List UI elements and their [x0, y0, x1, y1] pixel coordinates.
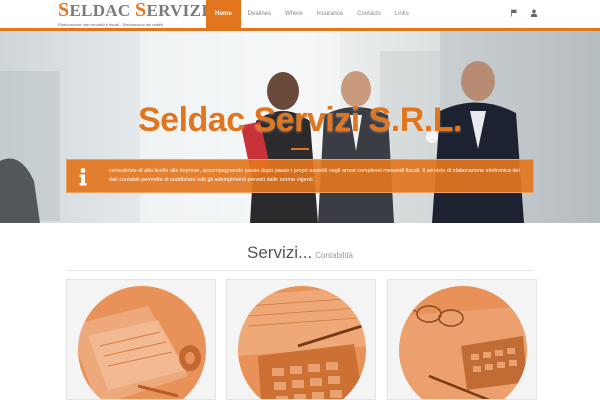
- service-card[interactable]: [226, 279, 376, 400]
- nav-item-dealines[interactable]: Dealines: [241, 0, 278, 28]
- services-divider: [66, 270, 534, 271]
- info-icon: [73, 166, 93, 188]
- services-title: Servizi...: [247, 243, 313, 262]
- top-navbar: SELDAC SERVIZI srl Elaborazione dati con…: [0, 0, 600, 31]
- services-heading: Servizi... Contabilità: [0, 243, 600, 263]
- flag-icon[interactable]: [510, 9, 518, 17]
- service-card[interactable]: [66, 279, 216, 400]
- services-subtitle: Contabilità: [315, 251, 353, 260]
- hero-banner: Seldac Servizi S.R.L. consulenze di alto…: [0, 31, 600, 223]
- glasses-calculator-image: [399, 286, 527, 399]
- services-section: Servizi... Contabilità: [0, 223, 600, 400]
- nav-item-insurance[interactable]: Insurance: [310, 0, 350, 28]
- nav-item-links[interactable]: Links: [388, 0, 416, 28]
- service-card[interactable]: [387, 279, 537, 400]
- nav-item-home[interactable]: Home: [206, 0, 241, 28]
- nav-icons: [510, 9, 538, 17]
- site-logo[interactable]: SELDAC SERVIZI srl Elaborazione dati con…: [58, 0, 227, 28]
- hero-title-underline: [291, 148, 309, 150]
- logo-subtitle: Elaborazione dati contabili e fiscali - …: [58, 22, 164, 27]
- user-icon[interactable]: [530, 9, 538, 17]
- logo-title: SELDAC SERVIZI srl: [58, 0, 227, 21]
- hero-info-text: consulenze di alto livello alle imprese,…: [109, 168, 520, 183]
- nav-item-contacts[interactable]: Contacts: [350, 0, 388, 28]
- nav-item-where[interactable]: Where: [278, 0, 310, 28]
- main-nav: Home Dealines Where Insurance Contacts L…: [206, 0, 416, 28]
- calculator-image: [238, 286, 366, 399]
- hero-title: Seldac Servizi S.R.L.: [138, 101, 462, 139]
- hero-info-box: consulenze di alto livello alle imprese,…: [66, 159, 534, 193]
- documents-image: [78, 286, 206, 399]
